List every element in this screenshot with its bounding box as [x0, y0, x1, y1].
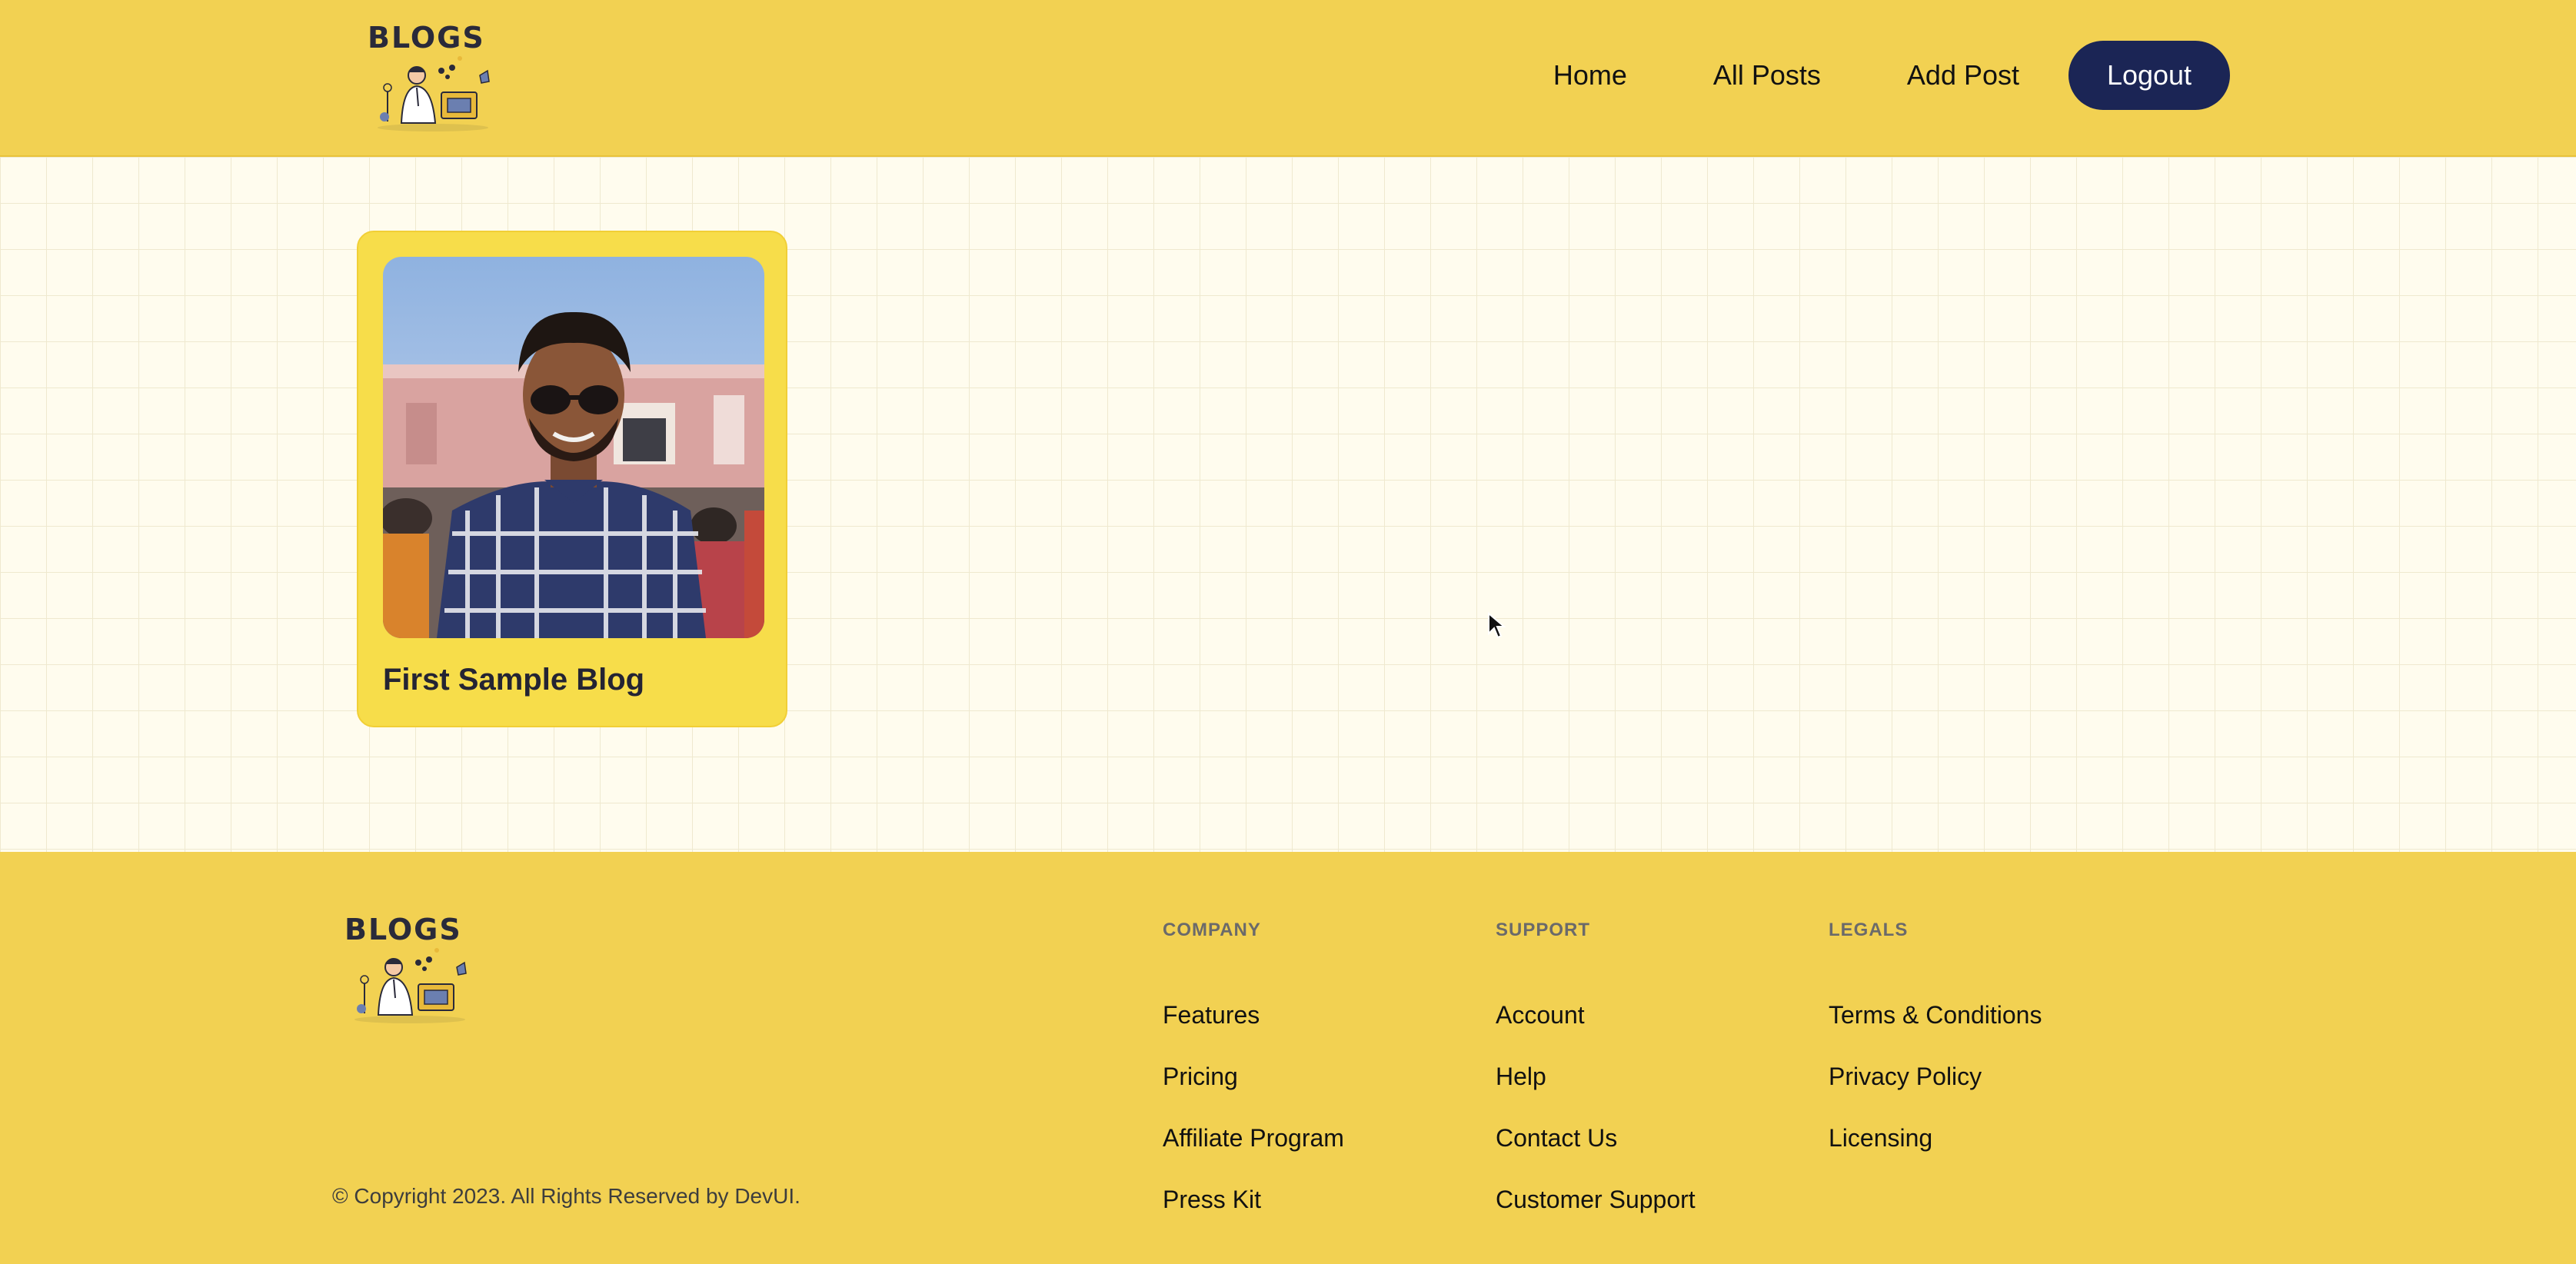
footer-link-pricing[interactable]: Pricing — [1163, 1063, 1344, 1090]
nav-add-post-link[interactable]: Add Post — [1907, 59, 2019, 91]
footer-link-press-kit[interactable]: Press Kit — [1163, 1186, 1344, 1213]
copyright-text: © Copyright 2023. All Rights Reserved by… — [332, 1184, 800, 1208]
posts-area: First Sample Blog — [0, 157, 2576, 852]
footer-column-support: SUPPORT Account Help Contact Us Customer… — [1496, 920, 1696, 1213]
logo-text: BLOGS — [368, 21, 485, 55]
footer-link-help[interactable]: Help — [1496, 1063, 1696, 1090]
footer-column-legals: LEGALS Terms & Conditions Privacy Policy… — [1829, 920, 2042, 1152]
footer-logo-text: BLOGS — [344, 913, 462, 946]
site-footer: BLOGS COMPANY Features Pricing Affiliate… — [0, 852, 2576, 1264]
post-title[interactable]: First Sample Blog — [383, 663, 644, 697]
nav-home-link[interactable]: Home — [1553, 59, 1627, 91]
footer-heading-support: SUPPORT — [1496, 920, 1591, 940]
selfie-photo — [383, 257, 764, 638]
footer-logo[interactable]: BLOGS — [344, 915, 475, 1024]
blogger-illustration-icon — [378, 56, 490, 131]
footer-link-features[interactable]: Features — [1163, 1001, 1344, 1029]
logout-button[interactable]: Logout — [2068, 41, 2230, 110]
footer-column-company: COMPANY Features Pricing Affiliate Progr… — [1163, 920, 1344, 1213]
footer-heading-company: COMPANY — [1163, 920, 1261, 940]
footer-link-customer-support[interactable]: Customer Support — [1496, 1186, 1696, 1213]
main-nav: Home All Posts Add Post Logout — [1553, 38, 2230, 112]
footer-heading-legals: LEGALS — [1829, 920, 1909, 940]
site-header: BLOGS Home All Posts Add Post Logout — [0, 0, 2576, 157]
mouse-pointer-icon — [1488, 612, 1506, 639]
nav-all-posts-link[interactable]: All Posts — [1713, 59, 1821, 91]
footer-link-terms-conditions[interactable]: Terms & Conditions — [1829, 1001, 2042, 1029]
header-logo[interactable]: BLOGS — [368, 23, 498, 132]
footer-link-affiliate-program[interactable]: Affiliate Program — [1163, 1124, 1344, 1152]
footer-link-privacy-policy[interactable]: Privacy Policy — [1829, 1063, 2042, 1090]
post-card[interactable]: First Sample Blog — [357, 231, 787, 727]
blogger-illustration-icon — [354, 948, 467, 1023]
footer-link-licensing[interactable]: Licensing — [1829, 1124, 2042, 1152]
footer-link-account[interactable]: Account — [1496, 1001, 1696, 1029]
footer-link-contact-us[interactable]: Contact Us — [1496, 1124, 1696, 1152]
post-image — [383, 257, 764, 638]
